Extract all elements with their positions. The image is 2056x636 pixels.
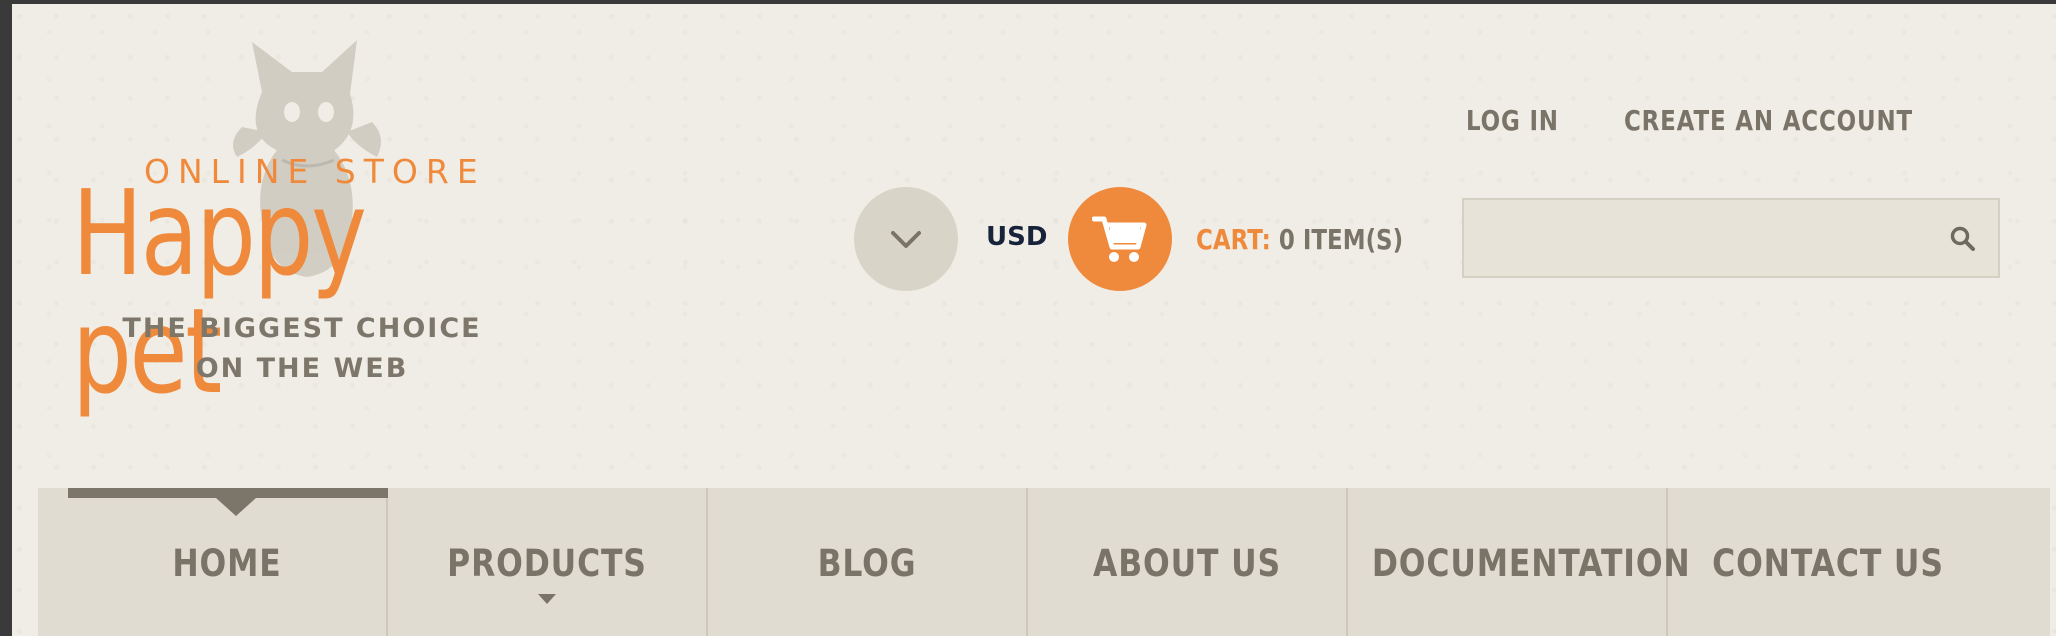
nav-item-about-us[interactable]: ABOUT US: [1028, 488, 1348, 636]
nav-label: PRODUCTS: [447, 542, 647, 585]
shopping-cart-icon: [1092, 216, 1147, 262]
nav-label: ABOUT US: [1093, 542, 1281, 585]
currency-label[interactable]: USD: [986, 222, 1047, 252]
nav-item-contact-us[interactable]: CONTACT US: [1668, 488, 1988, 636]
cart-item-count: 0 ITEM(S): [1278, 223, 1404, 256]
nav-label: CONTACT US: [1712, 542, 1944, 585]
search-input[interactable]: [1464, 200, 1924, 276]
logo-tagline: THE BIGGEST CHOICE ON THE WEB: [112, 309, 492, 389]
cart-button[interactable]: [1068, 187, 1172, 291]
create-account-link[interactable]: CREATE AN ACCOUNT: [1624, 104, 1913, 137]
tagline-line-2: ON THE WEB: [195, 353, 409, 384]
main-navigation: HOME PRODUCTS BLOG ABOUT US DOCUMENTATIO…: [38, 488, 2050, 636]
nav-label: DOCUMENTATION: [1371, 542, 1691, 585]
search-icon[interactable]: [1950, 226, 1976, 252]
chevron-down-icon: [891, 231, 921, 248]
nav-item-blog[interactable]: BLOG: [708, 488, 1028, 636]
active-nav-notch: [216, 498, 256, 516]
nav-label: BLOG: [817, 542, 917, 585]
currency-dropdown-button[interactable]: [854, 187, 958, 291]
active-nav-indicator: [68, 488, 388, 498]
page-frame: ONLINE STORE Happy pet THE BIGGEST CHOIC…: [12, 4, 2056, 636]
nav-label: HOME: [172, 542, 282, 585]
caret-down-icon: [538, 594, 556, 604]
cart-label: CART:: [1196, 223, 1271, 256]
search-box: [1462, 198, 2000, 278]
tagline-line-1: THE BIGGEST CHOICE: [122, 313, 482, 344]
nav-item-products[interactable]: PRODUCTS: [388, 488, 708, 636]
nav-item-documentation[interactable]: DOCUMENTATION: [1348, 488, 1691, 636]
cart-summary[interactable]: CART: 0 ITEM(S): [1196, 223, 1403, 256]
login-link[interactable]: LOG IN: [1466, 104, 1559, 137]
store-logo[interactable]: ONLINE STORE Happy pet THE BIGGEST CHOIC…: [72, 24, 542, 410]
